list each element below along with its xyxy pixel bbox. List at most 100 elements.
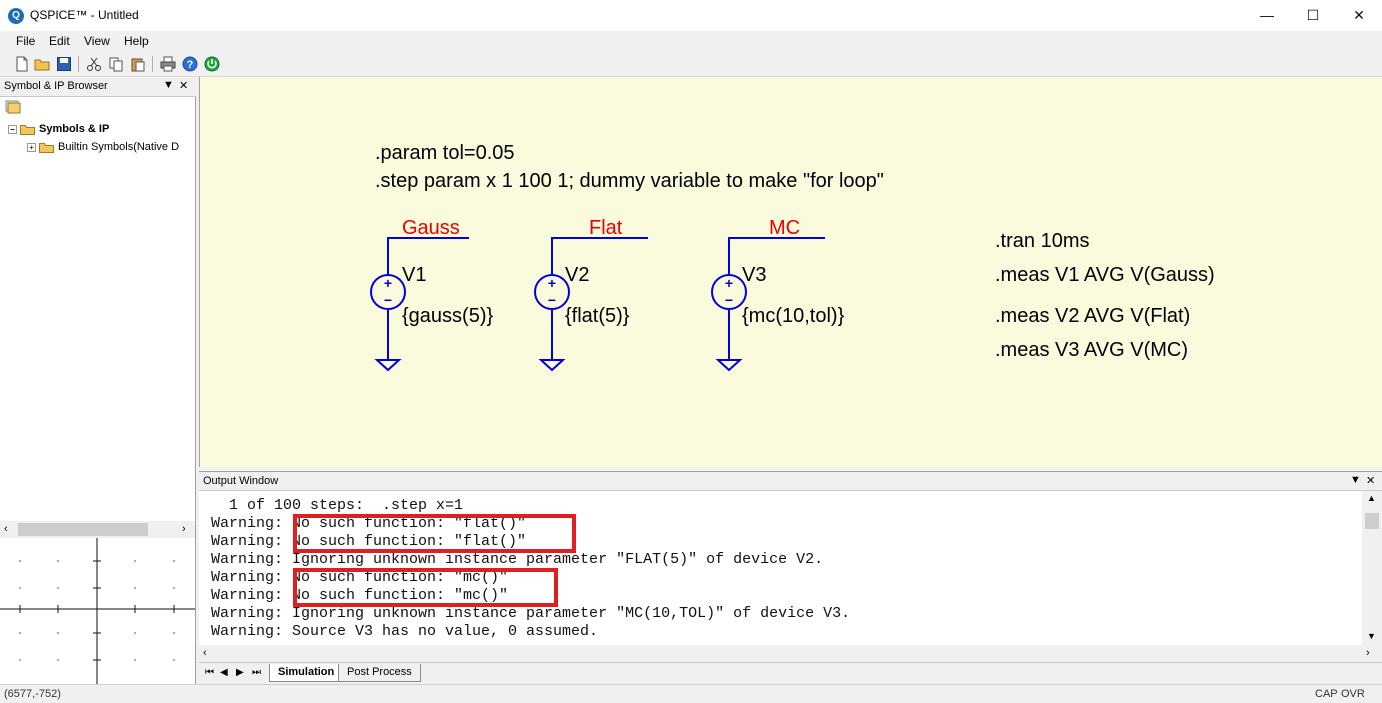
scroll-left-icon[interactable]: ‹ bbox=[4, 523, 8, 535]
window-title: QSPICE™ - Untitled bbox=[30, 8, 139, 22]
qspice-app-icon: Q bbox=[8, 8, 24, 24]
net-label-gauss[interactable]: Gauss bbox=[402, 217, 460, 239]
net-label-mc[interactable]: MC bbox=[769, 217, 800, 239]
scrollbar-thumb[interactable] bbox=[18, 523, 148, 536]
output-tab-bar: ⏮ ◀ ▶ ⏭ Simulation Post Process bbox=[199, 662, 1382, 685]
source-value-v3[interactable]: {mc(10,tol)} bbox=[742, 305, 845, 327]
output-horizontal-scrollbar[interactable]: ‹ › bbox=[199, 645, 1382, 662]
symbol-ip-browser-panel: Symbol & IP Browser ▼ ✕ − Symbols & IP + B… bbox=[0, 77, 196, 684]
panel-dropdown-icon[interactable]: ▼ bbox=[1350, 474, 1361, 486]
tab-next-icon[interactable]: ▶ bbox=[236, 667, 244, 678]
param-directive[interactable]: .param tol=0.05 bbox=[375, 142, 515, 164]
schematic-canvas[interactable]: .param tol=0.05 .step param x 1 100 1; d… bbox=[199, 77, 1382, 467]
step-directive[interactable]: .step param x 1 100 1; dummy variable to… bbox=[375, 170, 884, 192]
title-bar: Q QSPICE™ - Untitled — ☐ ✕ bbox=[0, 0, 1382, 31]
panel-close-icon[interactable]: ✕ bbox=[1366, 474, 1375, 487]
tab-simulation[interactable]: Simulation bbox=[269, 664, 344, 682]
svg-text:−: − bbox=[548, 292, 556, 308]
maximize-button[interactable]: ☐ bbox=[1290, 0, 1336, 31]
menu-file[interactable]: File bbox=[16, 34, 35, 48]
menu-view[interactable]: View bbox=[84, 34, 110, 48]
scroll-left-icon[interactable]: ‹ bbox=[203, 647, 207, 659]
scroll-right-icon[interactable]: › bbox=[1366, 647, 1370, 659]
source-value-v1[interactable]: {gauss(5)} bbox=[402, 305, 493, 327]
log-line: Warning: Ignoring unknown instance param… bbox=[211, 605, 851, 622]
expand-icon[interactable]: + bbox=[27, 142, 36, 152]
browser-header: Symbol & IP Browser ▼ ✕ bbox=[0, 77, 196, 97]
source-name-v3[interactable]: V3 bbox=[742, 264, 766, 286]
source-name-v1[interactable]: V1 bbox=[402, 264, 426, 286]
menu-help[interactable]: Help bbox=[124, 34, 149, 48]
menu-bar: File Edit View Help bbox=[0, 31, 1382, 51]
ground-symbol bbox=[715, 359, 743, 372]
output-window: Output Window ▼ ✕ 1 of 100 steps: .step … bbox=[199, 471, 1382, 685]
collapse-icon[interactable]: − bbox=[8, 124, 17, 134]
highlight-box-mc bbox=[293, 568, 558, 607]
schematic-drawing[interactable]: .param tol=0.05 .step param x 1 100 1; d… bbox=[200, 77, 1382, 467]
scrollbar-thumb[interactable] bbox=[1365, 513, 1379, 529]
print-icon[interactable] bbox=[160, 56, 176, 72]
minimize-button[interactable]: — bbox=[1244, 0, 1290, 31]
tab-prev-icon[interactable]: ◀ bbox=[220, 667, 228, 678]
tran-command[interactable]: .tran 10ms bbox=[995, 230, 1089, 252]
tab-first-icon[interactable]: ⏮ bbox=[205, 667, 214, 678]
browser-title: Symbol & IP Browser bbox=[4, 80, 108, 92]
source-value-v2[interactable]: {flat(5)} bbox=[565, 305, 630, 327]
folder-icon bbox=[39, 142, 54, 153]
overwrite-indicator: OVR bbox=[1341, 688, 1365, 700]
log-line: 1 of 100 steps: .step x=1 bbox=[211, 497, 464, 514]
voltage-source-v1[interactable]: Gauss + − V1 {gauss(5)} bbox=[370, 217, 493, 372]
open-folder-icon[interactable] bbox=[34, 56, 50, 72]
menu-edit[interactable]: Edit bbox=[49, 34, 70, 48]
new-file-icon[interactable] bbox=[14, 56, 30, 72]
tree-item-symbols-ip[interactable]: − Symbols & IP bbox=[8, 123, 109, 139]
copy-icon[interactable] bbox=[108, 56, 124, 72]
save-icon[interactable] bbox=[56, 56, 72, 72]
cut-icon[interactable] bbox=[86, 56, 102, 72]
folder-icon bbox=[20, 124, 35, 135]
preview-grid bbox=[0, 538, 195, 684]
ground-symbol bbox=[374, 359, 402, 372]
tree-item-builtin-symbols[interactable]: + Builtin Symbols(Native D bbox=[27, 141, 179, 157]
tab-post-process[interactable]: Post Process bbox=[338, 664, 421, 682]
output-vertical-scrollbar[interactable]: ▲ ▼ bbox=[1362, 491, 1382, 645]
output-title: Output Window bbox=[203, 475, 279, 487]
browser-horizontal-scrollbar[interactable]: ‹ › bbox=[0, 521, 195, 538]
log-line: Warning: Ignoring unknown instance param… bbox=[211, 551, 824, 568]
help-icon[interactable]: ? bbox=[182, 56, 198, 72]
svg-text:?: ? bbox=[187, 59, 194, 71]
panel-dropdown-icon[interactable]: ▼ bbox=[163, 79, 174, 91]
scroll-down-icon[interactable]: ▼ bbox=[1367, 631, 1376, 641]
svg-text:+: + bbox=[384, 275, 392, 291]
voltage-source-v2[interactable]: Flat + − V2 {flat(5)} bbox=[534, 217, 648, 372]
voltage-source-v3[interactable]: MC + − V3 {mc(10,tol)} bbox=[711, 217, 845, 372]
panel-close-icon[interactable]: ✕ bbox=[179, 79, 188, 92]
tab-last-icon[interactable]: ⏭ bbox=[252, 667, 261, 678]
meas-command-v2[interactable]: .meas V2 AVG V(Flat) bbox=[995, 305, 1190, 327]
svg-text:+: + bbox=[548, 275, 556, 291]
caps-lock-indicator: CAP bbox=[1315, 688, 1338, 700]
paste-icon[interactable] bbox=[130, 56, 146, 72]
status-bar: (6577,-752) CAP OVR bbox=[0, 684, 1382, 703]
svg-text:+: + bbox=[725, 275, 733, 291]
symbol-preview bbox=[0, 538, 195, 684]
toolbar-separator bbox=[78, 56, 79, 72]
close-window-button[interactable]: ✕ bbox=[1336, 0, 1382, 31]
cursor-coordinates: (6577,-752) bbox=[4, 688, 61, 700]
meas-command-v1[interactable]: .meas V1 AVG V(Gauss) bbox=[995, 264, 1215, 286]
meas-command-v3[interactable]: .meas V3 AVG V(MC) bbox=[995, 339, 1188, 361]
library-icon[interactable] bbox=[5, 100, 21, 114]
output-log[interactable]: 1 of 100 steps: .step x=1 Warning: No su… bbox=[199, 491, 1362, 645]
scroll-right-icon[interactable]: › bbox=[182, 523, 186, 535]
svg-text:−: − bbox=[725, 292, 733, 308]
source-name-v2[interactable]: V2 bbox=[565, 264, 589, 286]
symbol-tree: − Symbols & IP + Builtin Symbols(Native D bbox=[0, 97, 195, 521]
run-icon[interactable] bbox=[204, 56, 220, 72]
ground-symbol bbox=[538, 359, 566, 372]
toolbar-separator bbox=[152, 56, 153, 72]
net-label-flat[interactable]: Flat bbox=[589, 217, 623, 239]
scroll-up-icon[interactable]: ▲ bbox=[1367, 493, 1376, 503]
output-header: Output Window ▼ ✕ bbox=[199, 472, 1382, 491]
tree-item-label: Builtin Symbols(Native D bbox=[58, 141, 180, 153]
tree-item-label: Symbols & IP bbox=[39, 123, 110, 135]
